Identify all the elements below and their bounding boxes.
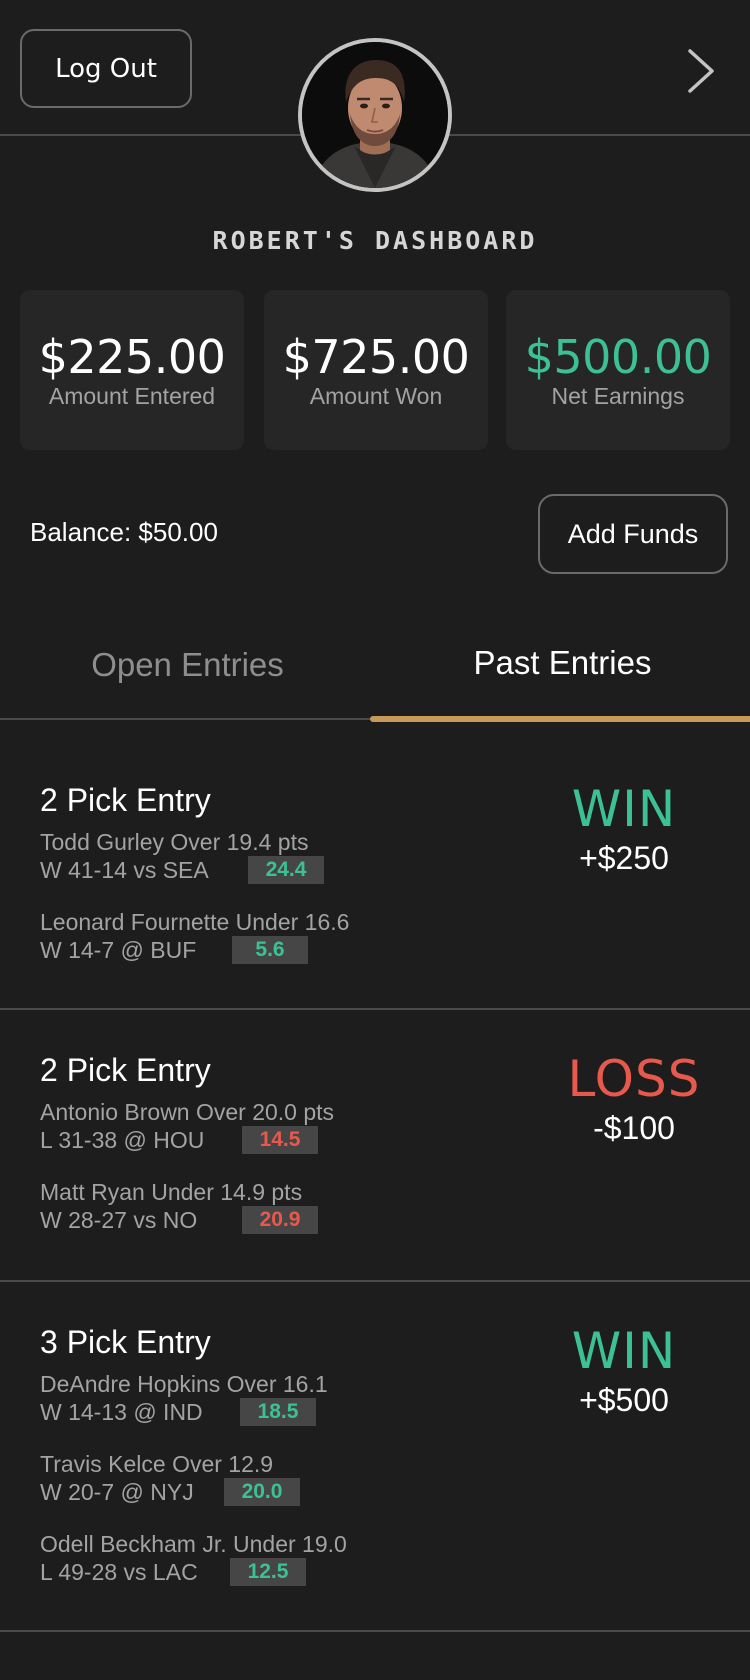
pick-item: Matt Ryan Under 14.9 pts W 28-27 vs NO 20… bbox=[40, 1178, 318, 1234]
pick-game: W 28-27 vs NO bbox=[40, 1207, 198, 1233]
result-amount: +$500 bbox=[579, 1382, 669, 1418]
pick-score: 14.5 bbox=[242, 1126, 318, 1154]
pick-player: DeAndre Hopkins Over 16.1 bbox=[40, 1371, 328, 1397]
pick-item: DeAndre Hopkins Over 16.1 W 14-13 @ IND 1… bbox=[40, 1370, 328, 1426]
result-status: LOSS bbox=[567, 1050, 701, 1108]
profile-photo bbox=[302, 42, 448, 188]
stat-card-net-earnings: $500.00 Net Earnings bbox=[506, 290, 730, 450]
balance-text: Balance: $50.00 bbox=[30, 517, 218, 547]
pick-player: Leonard Fournette Under 16.6 bbox=[40, 909, 350, 935]
result-amount: -$100 bbox=[593, 1110, 675, 1146]
pick-score: 12.5 bbox=[230, 1558, 306, 1586]
pick-item: Travis Kelce Over 12.9 W 20-7 @ NYJ 20.0 bbox=[40, 1450, 300, 1506]
pick-item: Leonard Fournette Under 16.6 W 14-7 @ BU… bbox=[40, 908, 349, 964]
result-status: WIN bbox=[571, 1322, 677, 1380]
pick-player: Matt Ryan Under 14.9 pts bbox=[40, 1179, 303, 1205]
pick-score: 18.5 bbox=[240, 1398, 316, 1426]
stat-label: Amount Entered bbox=[48, 383, 216, 409]
pick-player: Travis Kelce Over 12.9 bbox=[40, 1451, 274, 1477]
pick-score: 20.0 bbox=[224, 1478, 300, 1506]
stat-label: Net Earnings bbox=[551, 383, 685, 409]
pick-game: W 41-14 vs SEA bbox=[40, 857, 209, 883]
pick-item: Antonio Brown Over 20.0 pts L 31-38 @ HO… bbox=[40, 1098, 334, 1154]
entry-result: WIN +$250 bbox=[544, 780, 704, 877]
pick-game: W 20-7 @ NYJ bbox=[40, 1479, 194, 1505]
dashboard-title: ROBERT'S DASHBOARD bbox=[212, 226, 538, 255]
result-status: WIN bbox=[571, 780, 677, 838]
pick-player: Odell Beckham Jr. Under 19.0 bbox=[40, 1531, 347, 1557]
stat-value: $225.00 bbox=[38, 330, 226, 384]
tab-past-entries[interactable]: Past Entries bbox=[375, 644, 750, 682]
pick-game: W 14-13 @ IND bbox=[40, 1399, 203, 1425]
logout-button[interactable]: Log Out bbox=[20, 29, 192, 108]
entries-tabs: Open Entries Past Entries bbox=[0, 620, 750, 722]
stat-value: $500.00 bbox=[524, 330, 712, 384]
pick-score: 24.4 bbox=[248, 856, 324, 884]
add-funds-button[interactable]: Add Funds bbox=[538, 494, 728, 574]
stat-card-amount-entered: $225.00 Amount Entered bbox=[20, 290, 244, 450]
pick-item: Todd Gurley Over 19.4 pts W 41-14 vs SEA… bbox=[40, 828, 324, 884]
pick-player: Todd Gurley Over 19.4 pts bbox=[40, 829, 309, 855]
entry-title: 3 Pick Entry bbox=[40, 1324, 211, 1360]
entry-card[interactable]: 3 Pick Entry WIN +$500 DeAndre Hopkins O… bbox=[0, 1282, 750, 1632]
entry-result: WIN +$500 bbox=[544, 1322, 704, 1419]
tab-open-entries[interactable]: Open Entries bbox=[0, 646, 375, 684]
result-amount: +$250 bbox=[579, 840, 669, 876]
pick-game: W 14-7 @ BUF bbox=[40, 937, 197, 963]
chevron-right-icon[interactable] bbox=[682, 45, 722, 97]
entry-card[interactable]: 2 Pick Entry LOSS -$100 Antonio Brown Ov… bbox=[0, 1010, 750, 1282]
pick-item: Odell Beckham Jr. Under 19.0 L 49-28 vs … bbox=[40, 1530, 347, 1586]
entry-title: 2 Pick Entry bbox=[40, 1052, 211, 1088]
pick-game: L 31-38 @ HOU bbox=[40, 1127, 205, 1153]
stat-card-amount-won: $725.00 Amount Won bbox=[264, 290, 488, 450]
entry-card[interactable]: 2 Pick Entry WIN +$250 Todd Gurley Over … bbox=[0, 720, 750, 1010]
pick-score: 5.6 bbox=[232, 936, 308, 964]
pick-score: 20.9 bbox=[242, 1206, 318, 1234]
avatar[interactable] bbox=[298, 38, 452, 192]
stat-label: Amount Won bbox=[309, 383, 443, 409]
entry-result: LOSS -$100 bbox=[554, 1050, 714, 1147]
pick-player: Antonio Brown Over 20.0 pts bbox=[40, 1099, 335, 1125]
stat-value: $725.00 bbox=[282, 330, 470, 384]
entry-title: 2 Pick Entry bbox=[40, 782, 211, 818]
pick-game: L 49-28 vs LAC bbox=[40, 1559, 198, 1585]
